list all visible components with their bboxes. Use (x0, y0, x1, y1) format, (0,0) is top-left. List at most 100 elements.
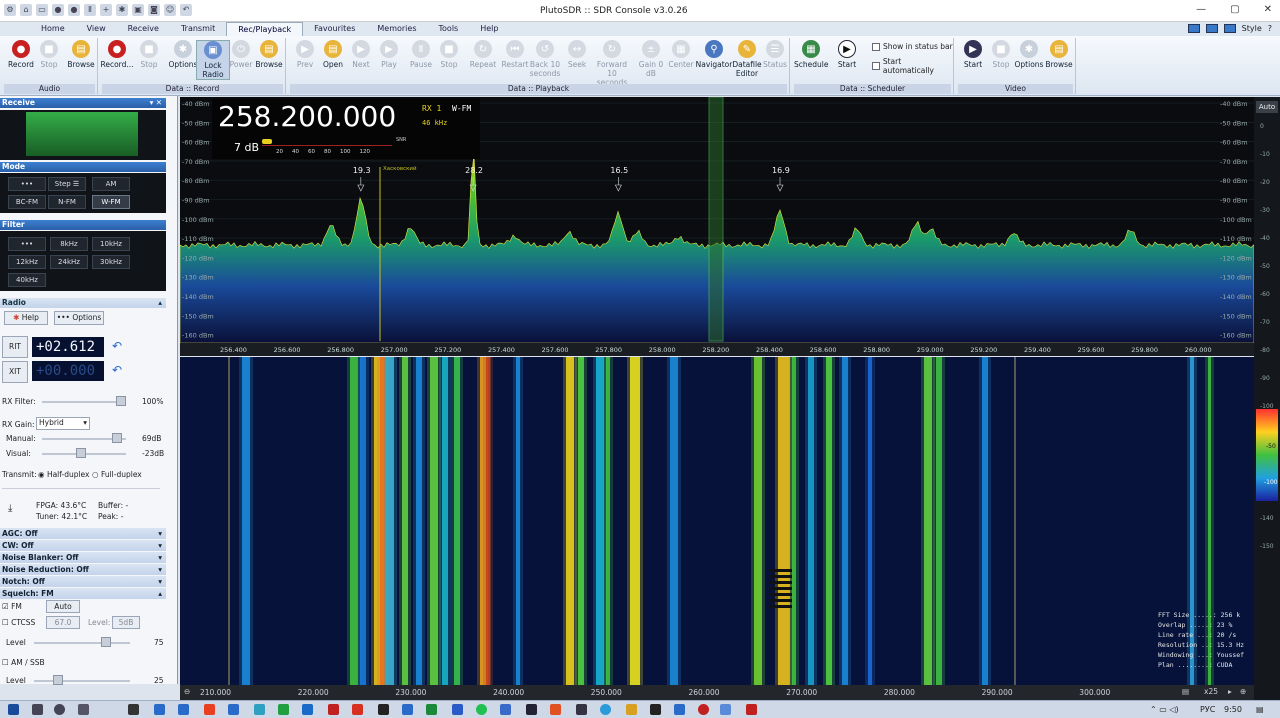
home-icon[interactable]: ⌂ (20, 4, 32, 16)
mode-bcfm-button[interactable]: BC-FM (8, 195, 46, 209)
style-menu[interactable]: Style (1242, 24, 1262, 33)
record-icon[interactable]: ● (68, 4, 80, 16)
layout-icon[interactable] (1205, 24, 1218, 33)
app-icon[interactable] (626, 704, 637, 715)
undo-icon[interactable]: ↶ (180, 4, 192, 16)
center-button[interactable]: ▦ Center (664, 40, 698, 69)
ctcss-select[interactable]: 67.0 (46, 616, 80, 629)
mode-wfm-button[interactable]: W-FM (92, 195, 130, 209)
help-button[interactable]: ✱ Help (4, 311, 48, 325)
download-icon[interactable]: ⤓ (8, 503, 12, 514)
waterfall-settings-icon[interactable]: ▤ (1182, 687, 1189, 696)
task-view-icon[interactable] (78, 704, 89, 715)
search-icon[interactable] (32, 704, 43, 715)
filter-12khz-button[interactable]: 12kHz (8, 255, 46, 269)
tab-tools[interactable]: Tools (428, 22, 470, 36)
mode-nfm-button[interactable]: N-FM (48, 195, 86, 209)
full-duplex-radio[interactable]: ○ Full-duplex (92, 470, 142, 479)
person-icon[interactable]: ☺ (164, 4, 176, 16)
app-icon[interactable] (674, 704, 685, 715)
half-duplex-radio[interactable]: ◉ Half-duplex (38, 470, 89, 479)
ctcss-level-select[interactable]: 5dB (112, 616, 140, 629)
start-automatically-checkbox[interactable]: Start automatically (872, 57, 953, 75)
tab-transmit[interactable]: Transmit (170, 22, 226, 36)
whatsapp-icon[interactable] (476, 704, 487, 715)
seek-button[interactable]: ↔ Seek (560, 40, 594, 69)
help-icon[interactable]: ? (1268, 24, 1272, 33)
fm-level-slider[interactable] (34, 642, 130, 644)
noise-blanker-section[interactable]: Noise Blanker: Off ▾ (0, 552, 166, 563)
peak-marker[interactable] (614, 184, 622, 192)
lock-icon[interactable]: ▣ (132, 4, 144, 16)
reset-icon[interactable]: ↶ (112, 363, 122, 377)
tab-view[interactable]: View (76, 22, 117, 36)
scheduler-start-button[interactable]: ▶ Start (830, 40, 864, 69)
app-icon[interactable] (526, 704, 537, 715)
navigator-button[interactable]: ⚲ Navigator (694, 40, 734, 69)
filter-10khz-button[interactable]: 10kHz (92, 237, 130, 251)
noise-reduction-section[interactable]: Noise Reduction: Off ▾ (0, 564, 166, 575)
tray-icons[interactable]: ⌃ ▭ ◁) (1150, 705, 1179, 714)
auto-button[interactable]: Auto (46, 600, 80, 613)
close-icon[interactable]: ▾ ✕ (150, 98, 162, 108)
cw-section[interactable]: CW: Off ▾ (0, 540, 166, 551)
stop-icon[interactable]: ● (52, 4, 64, 16)
schedule-button[interactable]: ▦ Schedule (794, 40, 828, 69)
filter-more-button[interactable]: ••• (8, 237, 46, 251)
app-icon[interactable] (698, 704, 709, 715)
app-icon[interactable] (378, 704, 389, 715)
rx-filter-knob[interactable] (116, 396, 126, 406)
app-icon[interactable] (178, 704, 189, 715)
app-icon[interactable] (550, 704, 561, 715)
waterfall-display[interactable] (180, 357, 1254, 685)
tab-receive[interactable]: Receive (117, 22, 170, 36)
peak-marker[interactable] (357, 184, 365, 192)
app-icon[interactable] (576, 704, 587, 715)
waterfall-plot[interactable] (180, 357, 1254, 685)
pause-icon[interactable]: Ⅱ (84, 4, 96, 16)
data-record-button[interactable]: ● Record... (100, 40, 134, 69)
maximize-button[interactable]: ▢ (1230, 4, 1239, 15)
amssb-level-slider[interactable] (34, 680, 130, 682)
waterfall-axis[interactable]: ⊖ 210.000 220.000 230.000 240.000 250.000 260… (180, 685, 1254, 700)
minimize-button[interactable]: — (1196, 4, 1206, 15)
telegram-icon[interactable] (600, 704, 611, 715)
fm-level-knob[interactable] (101, 637, 111, 647)
mode-am-button[interactable]: AM (92, 177, 130, 191)
app-icon[interactable] (500, 704, 511, 715)
language-indicator[interactable]: РУС (1200, 705, 1215, 714)
zoom-in-icon[interactable]: ⊕ (1240, 687, 1246, 696)
mode-step-button[interactable]: Step ☰ (48, 177, 86, 191)
agc-section[interactable]: AGC: Off ▾ (0, 528, 166, 539)
rx-filter-band[interactable] (708, 97, 724, 342)
tab-memories[interactable]: Memories (366, 22, 427, 36)
mode-more-button[interactable]: ••• (8, 177, 46, 191)
app-icon[interactable] (228, 704, 239, 715)
folder-icon[interactable]: ▭ (36, 4, 48, 16)
settings-icon[interactable]: ✱ (116, 4, 128, 16)
filter-30khz-button[interactable]: 30kHz (92, 255, 130, 269)
audio-stop-button[interactable]: ■ Stop (32, 40, 66, 69)
gain-button[interactable]: ± Gain 0 dB (634, 40, 668, 78)
layout-icon[interactable] (1187, 24, 1200, 33)
frequency-axis[interactable]: 256.400 256.600 256.800 257.000 257.200 257.4… (180, 343, 1254, 356)
data-browse-button[interactable]: ▤ Browse (252, 40, 286, 69)
app-icon[interactable] (352, 704, 363, 715)
colorbar[interactable]: -50 -100 (1256, 409, 1278, 501)
camera-icon[interactable]: ◙ (148, 4, 160, 16)
tab-help[interactable]: Help (469, 22, 509, 36)
waterfall-left-icon[interactable]: ⊖ (184, 687, 190, 696)
app-icon[interactable] (204, 704, 215, 715)
data-options-button[interactable]: ✱ Options (166, 40, 200, 69)
zoom-level[interactable]: x25 (1204, 687, 1218, 696)
reset-icon[interactable]: ↶ (112, 339, 122, 353)
notch-section[interactable]: Notch: Off ▾ (0, 576, 166, 587)
cortana-icon[interactable] (54, 704, 65, 715)
layout-icon[interactable] (1223, 24, 1236, 33)
rit-button[interactable]: RIT (2, 336, 28, 358)
rit-value[interactable]: +02.612 (32, 337, 104, 357)
start-icon[interactable] (8, 704, 19, 715)
app-icon[interactable] (328, 704, 339, 715)
waterfall-scroll-icon[interactable]: ▸ (1228, 687, 1232, 696)
video-browse-button[interactable]: ▤ Browse (1042, 40, 1076, 69)
